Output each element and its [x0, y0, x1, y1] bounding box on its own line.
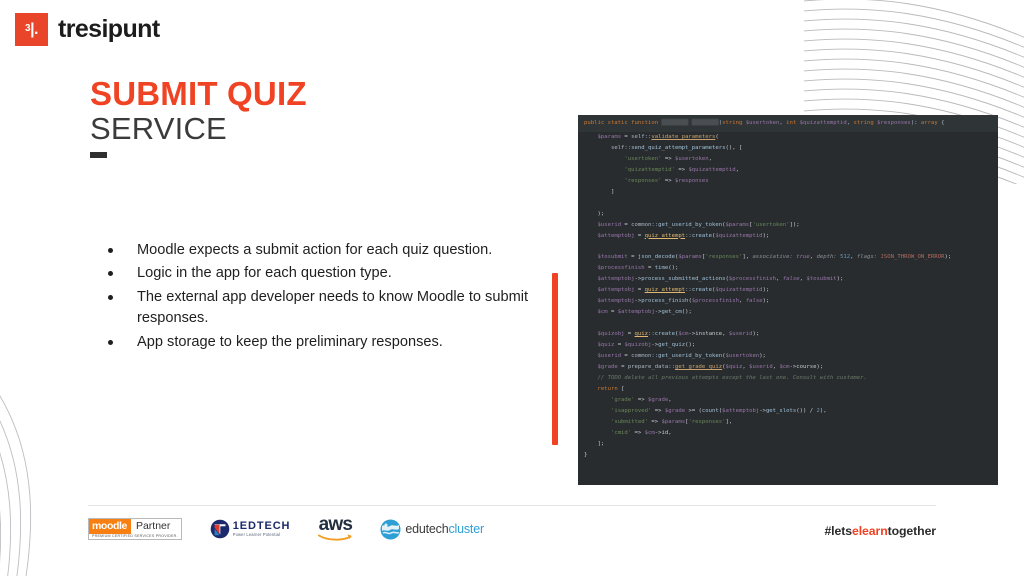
brand-logo: 3 |. tresipunt: [15, 13, 160, 46]
code-lines: $params = self::validate_parameters( sel…: [584, 133, 952, 458]
list-item: Moodle expects a submit action for each …: [100, 240, 532, 261]
footer-divider: [88, 505, 936, 506]
code-screenshot-panel: public static function ████████ ████████…: [578, 115, 998, 485]
moodle-partner-logo: moodle Partner PREMIUM CERTIFIED SERVICE…: [88, 517, 182, 541]
hashtag-slogan: #letselearntogether: [824, 524, 936, 538]
title-main: SUBMIT QUIZ: [90, 75, 307, 112]
page-title: SUBMIT QUIZ SERVICE: [90, 75, 307, 159]
partner-wordmark: Partner: [135, 520, 171, 532]
list-item: The external app developer needs to know…: [100, 287, 532, 330]
bullet-list: Moodle expects a submit action for each …: [100, 240, 532, 355]
onedtech-text: 1EDTECH Power Learner Potential: [232, 519, 291, 538]
list-item: Logic in the app for each question type.: [100, 263, 532, 284]
hashtag-post: together: [887, 524, 936, 538]
footer: moodle Partner PREMIUM CERTIFIED SERVICE…: [88, 514, 936, 556]
accent-bar: [552, 273, 558, 445]
edutechcluster-accent: cluster: [448, 522, 485, 537]
brand-mark-glyph: |.: [30, 20, 38, 38]
onedtech-name: 1EDTECH: [232, 519, 291, 532]
onedtech-mark-icon: [210, 519, 230, 539]
moodle-partner-tagline: PREMIUM CERTIFIED SERVICES PROVIDER.: [92, 533, 178, 538]
partner-logos: moodle Partner PREMIUM CERTIFIED SERVICE…: [88, 514, 484, 542]
onedtech-logo: 1EDTECH Power Learner Potential: [210, 519, 291, 539]
moodle-wordmark: moodle: [89, 518, 131, 534]
hashtag-accent: elearn: [851, 524, 888, 538]
aws-wordmark: aws: [318, 514, 353, 535]
edutechcluster-prefix: edutech: [405, 522, 449, 537]
list-item: App storage to keep the preliminary resp…: [100, 332, 532, 353]
edutechcluster-logo: edutechcluster: [380, 519, 484, 540]
moodle-partner-logo-top: moodle Partner: [89, 518, 181, 534]
slide: 3 |. tresipunt SUBMIT QUIZ SERVICE Moodle…: [0, 0, 1024, 576]
title-underline-rule: [90, 152, 107, 159]
brand-mark-icon: 3 |.: [15, 13, 48, 46]
code-first-line: public static function ████████ ████████…: [578, 115, 998, 132]
edutechcluster-globe-icon: [380, 519, 401, 540]
brand-name: tresipunt: [58, 15, 160, 43]
title-sub: SERVICE: [90, 110, 227, 146]
aws-logo: aws: [318, 514, 353, 542]
aws-smile-icon: [318, 534, 352, 541]
brand-mark-superscript: 3: [25, 22, 31, 34]
hashtag-pre: #lets: [824, 524, 852, 538]
onedtech-tagline: Power Learner Potential: [232, 532, 281, 538]
edutechcluster-wordmark: edutechcluster: [405, 522, 484, 536]
